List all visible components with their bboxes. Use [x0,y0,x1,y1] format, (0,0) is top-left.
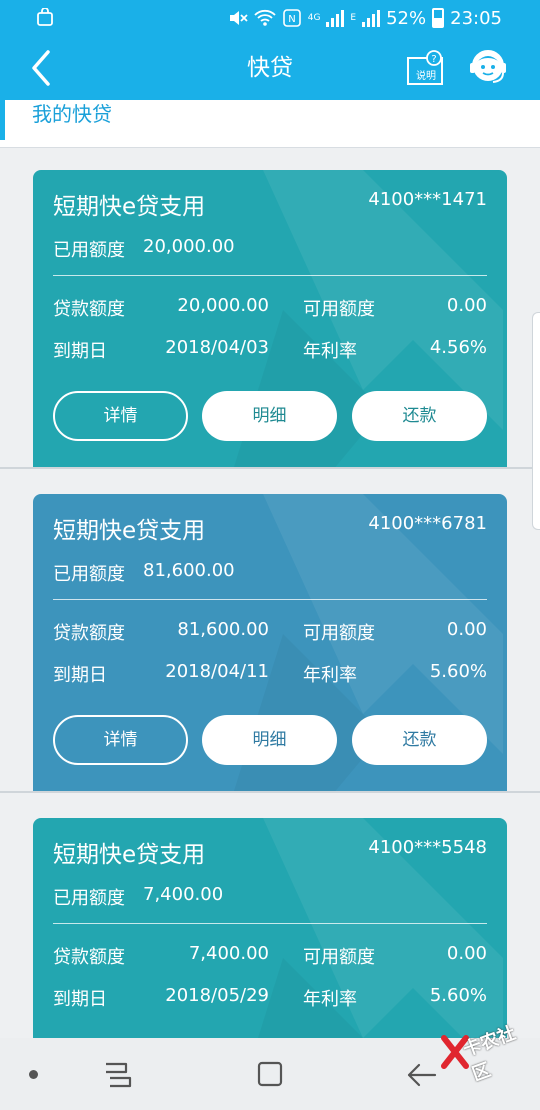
available-amount: 0.00 [446,619,487,640]
annual-rate: 5.60% [429,985,487,1006]
available-amount: 0.00 [446,295,487,316]
divider [53,599,487,600]
home-icon[interactable] [256,1060,284,1088]
loan-amount: 20,000.00 [177,295,269,316]
due-date: 2018/05/29 [165,985,269,1006]
detail-button[interactable]: 详情 [53,391,188,441]
signal-icon-2 [362,9,381,27]
used-label: 已用额度 [53,240,125,261]
used-label: 已用额度 [53,888,125,909]
repay-button[interactable]: 还款 [352,391,487,441]
wifi-icon [254,9,276,26]
available-label: 可用额度 [303,947,375,968]
card-separator [0,467,540,469]
svg-text:?: ? [431,54,436,65]
rate-label: 年利率 [303,989,357,1010]
back-icon[interactable] [405,1060,437,1090]
title-bar: 快贷 ? 说明 [0,36,540,100]
section-accent [0,100,5,140]
repay-button[interactable]: 还款 [352,715,487,765]
used-amount: 7,400.00 [143,884,224,905]
battery-icon [432,8,445,28]
available-label: 可用额度 [303,623,375,644]
nfc-icon: N [282,9,301,27]
loan-product: 短期快e贷支用 [53,842,206,868]
loan-card: 短期快e贷支用 4100***6781 已用额度 81,600.00 贷款额度 … [33,494,507,791]
clock: 23:05 [450,7,502,29]
rate-label: 年利率 [303,341,357,362]
loan-label: 贷款额度 [53,299,125,320]
section-header: 我的快贷 [0,100,540,148]
loan-card: 短期快e贷支用 4100***1471 已用额度 20,000.00 贷款额度 … [33,170,507,467]
used-label: 已用额度 [53,564,125,585]
due-label: 到期日 [53,341,107,362]
battery-percent: 52% [386,7,427,29]
notification-bag-icon [37,8,53,26]
used-amount: 20,000.00 [143,236,235,257]
statement-button[interactable]: 明细 [202,391,337,441]
help-label: 说明 [416,71,436,82]
statement-button[interactable]: 明细 [202,715,337,765]
section-title: 我的快贷 [32,102,112,126]
loan-product: 短期快e贷支用 [53,194,206,220]
card-separator [0,791,540,793]
loan-card: 短期快e贷支用 4100***5548 已用额度 7,400.00 贷款额度 7… [33,818,507,1038]
page-title: 快贷 [247,55,293,81]
used-amount: 81,600.00 [143,560,235,581]
network-type: 4G [307,13,321,23]
loan-label: 贷款额度 [53,623,125,644]
network-sub-type: E [350,13,357,23]
loan-label: 贷款额度 [53,947,125,968]
detail-button[interactable]: 详情 [53,715,188,765]
status-bar: N 4G E 52% 23:05 [0,0,540,36]
divider [53,923,487,924]
available-amount: 0.00 [446,943,487,964]
site-watermark: 卡农社区 [440,1014,535,1085]
mute-icon [229,11,248,25]
loan-account: 4100***5548 [368,837,487,858]
divider [53,275,487,276]
available-label: 可用额度 [303,299,375,320]
help-button[interactable]: ? 说明 [406,50,446,86]
loan-amount: 7,400.00 [188,943,269,964]
dot-icon[interactable] [29,1070,38,1079]
loan-product: 短期快e贷支用 [53,518,206,544]
loan-amount: 81,600.00 [177,619,269,640]
annual-rate: 5.60% [429,661,487,682]
scrollbar[interactable] [532,312,540,530]
due-date: 2018/04/03 [165,337,269,358]
due-label: 到期日 [53,989,107,1010]
customer-service-icon[interactable] [468,46,508,88]
signal-icon [326,9,345,27]
svg-text:N: N [288,14,295,25]
due-label: 到期日 [53,665,107,686]
annual-rate: 4.56% [429,337,487,358]
loan-account: 4100***6781 [368,513,487,534]
loan-account: 4100***1471 [368,189,487,210]
recent-apps-icon[interactable] [100,1060,136,1090]
rate-label: 年利率 [303,665,357,686]
due-date: 2018/04/11 [165,661,269,682]
